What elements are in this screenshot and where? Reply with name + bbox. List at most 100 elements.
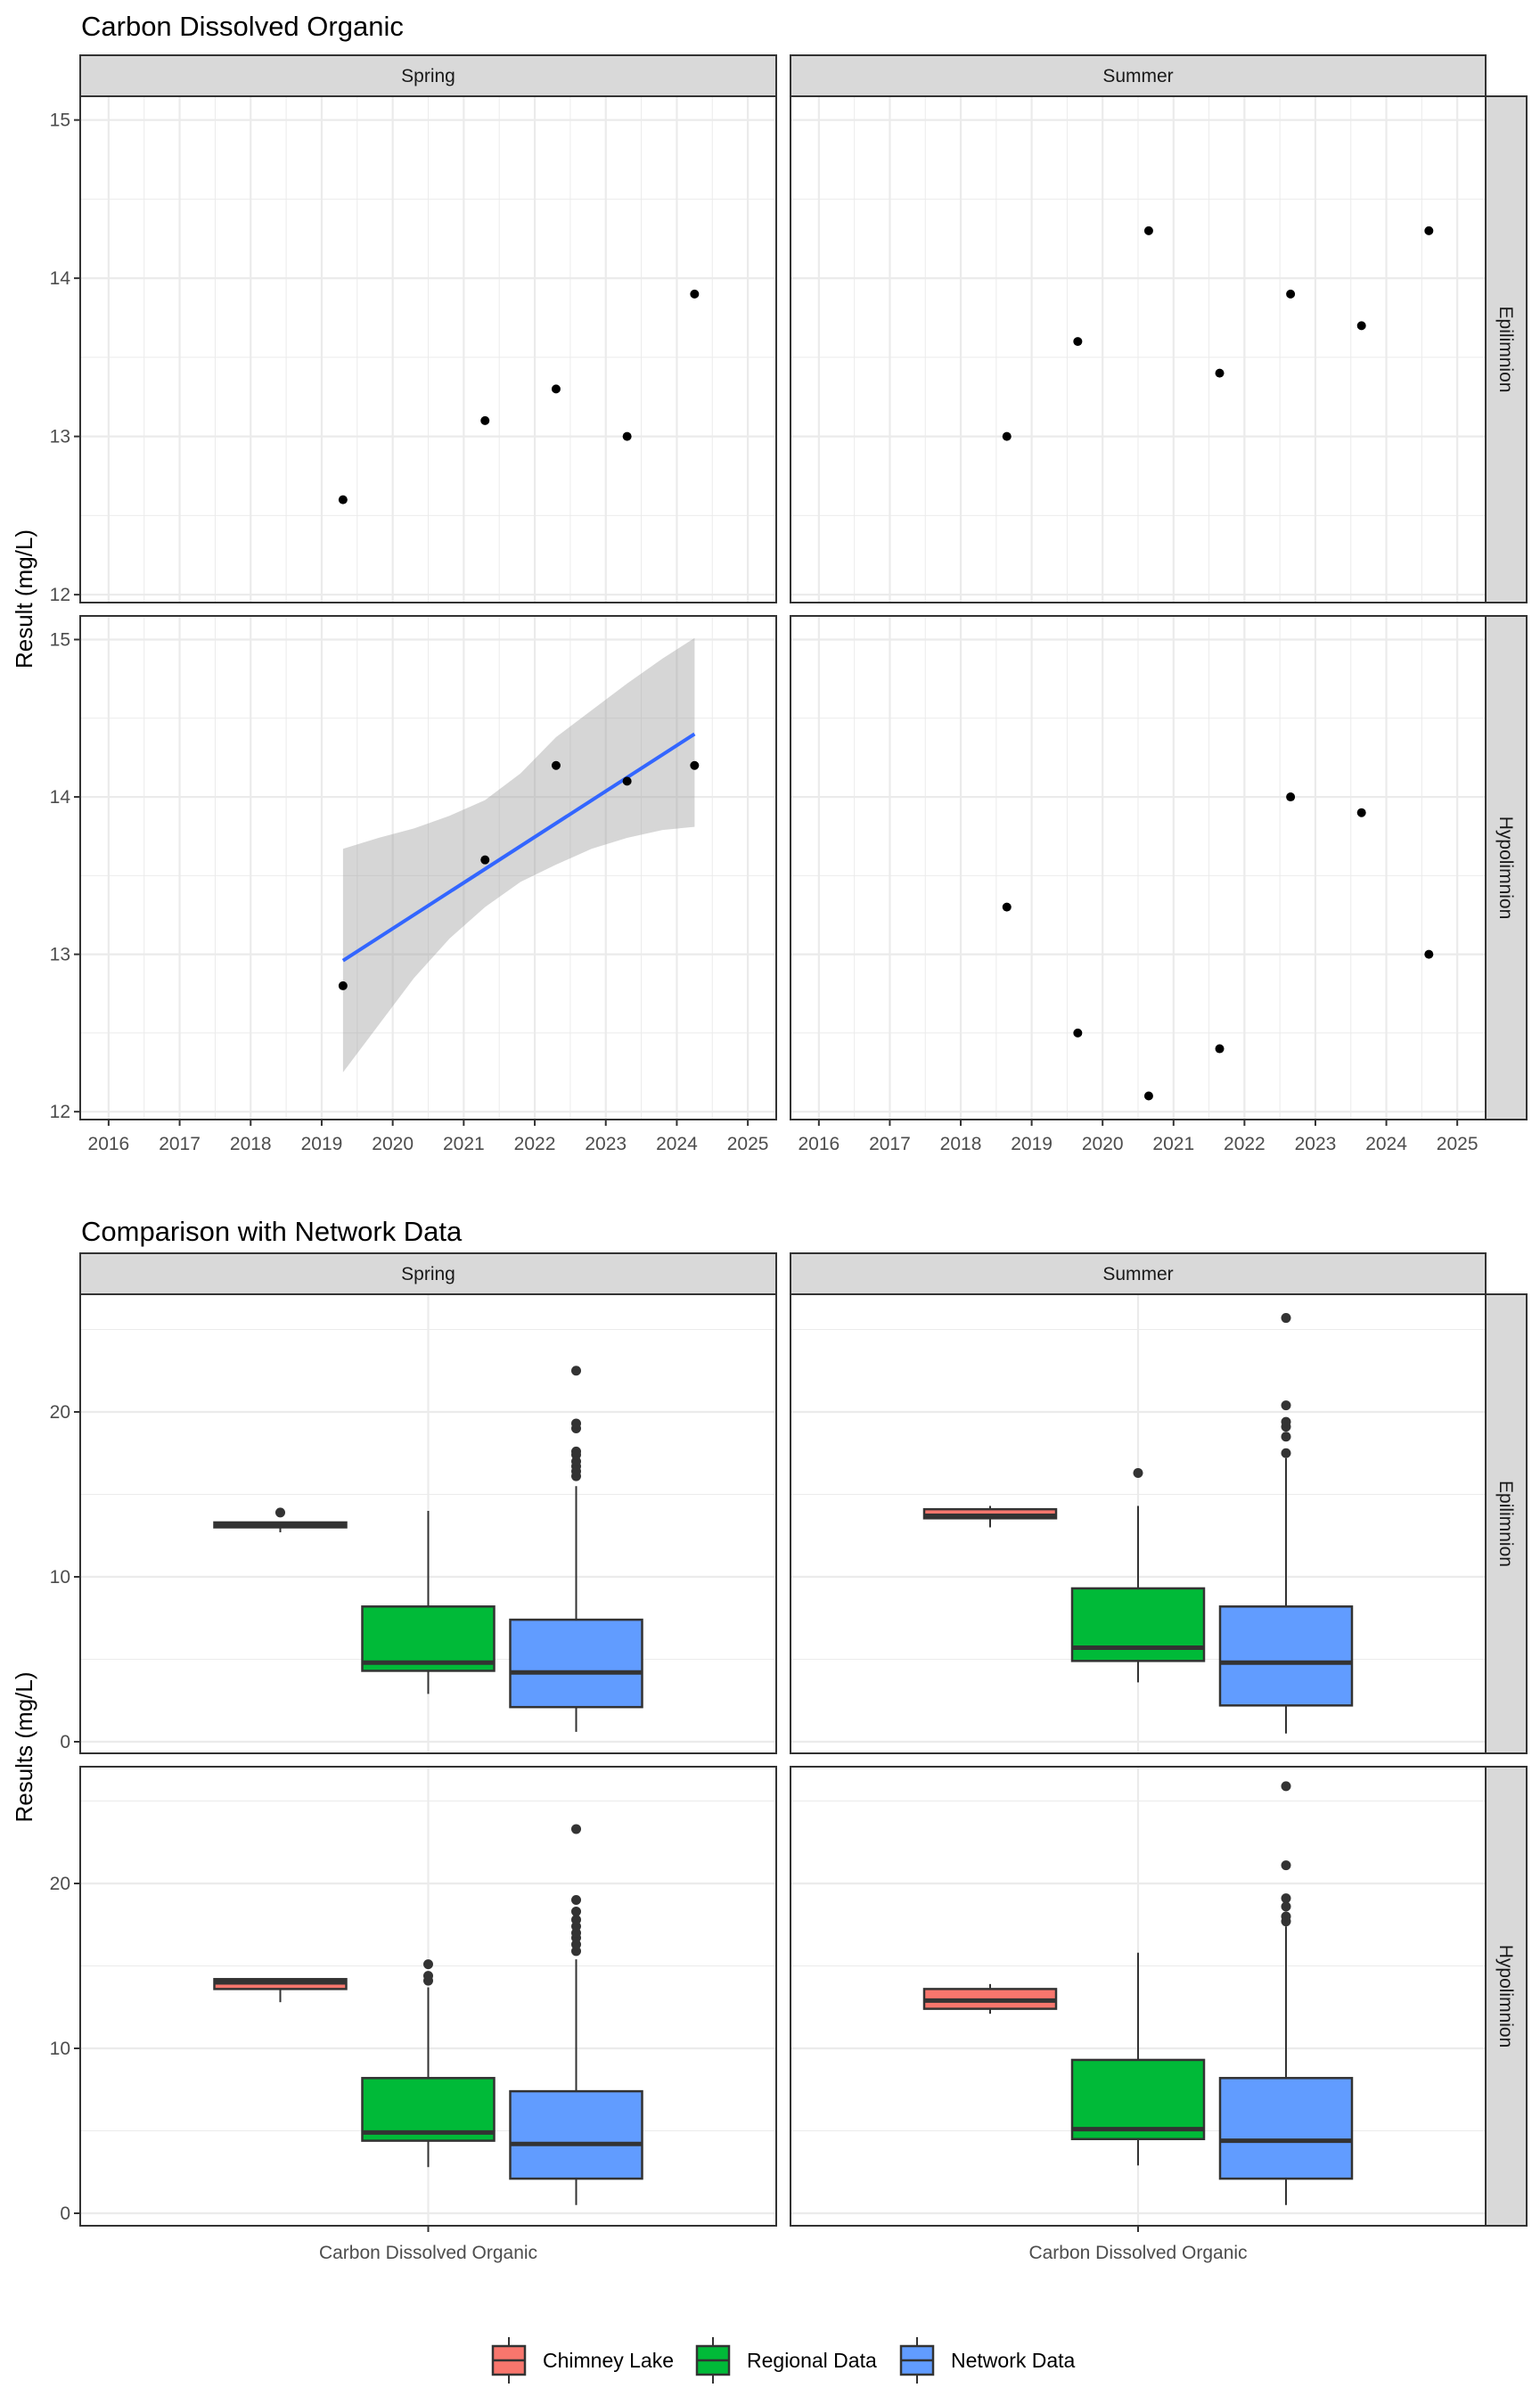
outlier-point [1281, 1448, 1291, 1458]
facet-strip-label: Summer [1102, 66, 1173, 86]
x-tick-label: Carbon Dissolved Organic [1028, 2243, 1247, 2263]
x-tick-label: 2016 [88, 1134, 130, 1154]
x-tick-label: 2020 [372, 1134, 414, 1154]
outlier-point [423, 1971, 433, 1982]
box-iqr [509, 1618, 643, 1709]
y-tick-label: 10 [50, 1567, 70, 1588]
data-point [551, 760, 561, 770]
data-point [480, 855, 490, 865]
panel-summer-epilimnion [790, 95, 1487, 603]
y-tick-label: 13 [50, 945, 70, 965]
facet-strip-label: Summer [1102, 1264, 1173, 1284]
data-point [1356, 321, 1366, 331]
x-tick-label: 2024 [1365, 1134, 1407, 1154]
data-point [338, 495, 348, 505]
outlier-point [571, 1418, 581, 1429]
outlier-point [1281, 1860, 1291, 1871]
data-point [1143, 226, 1153, 235]
y-tick-label: 20 [50, 1402, 70, 1423]
x-tick-label: 2019 [1011, 1134, 1053, 1154]
legend-label: Chimney Lake [543, 2349, 674, 2372]
trend-chart-title: Carbon Dissolved Organic [81, 11, 404, 42]
panel-spring-epilimnion [79, 1293, 777, 1754]
data-point [1424, 949, 1434, 959]
outlier-point [571, 1906, 581, 1916]
outlier-point [275, 1507, 285, 1518]
outlier-point [423, 1959, 433, 1970]
trend-y-axis-title: Result (mg/L) [11, 529, 37, 669]
data-point [338, 981, 348, 990]
outlier-point [1281, 1781, 1291, 1792]
legend-label: Regional Data [747, 2349, 877, 2372]
y-tick-label: 20 [50, 1874, 70, 1894]
x-tick-label: 2024 [656, 1134, 698, 1154]
data-point [1286, 792, 1296, 802]
facet-strip-label: Spring [401, 1264, 455, 1284]
data-point [1073, 337, 1083, 347]
data-point [1215, 368, 1225, 378]
legend-label: Network Data [951, 2349, 1076, 2372]
x-tick-label: 2016 [798, 1134, 840, 1154]
facet-strip-label: Epilimnion [1495, 1481, 1516, 1567]
panel-spring-epilimnion [79, 95, 777, 603]
y-tick-label: 0 [60, 1732, 70, 1752]
x-tick-label: 2017 [869, 1134, 911, 1154]
data-point [480, 415, 490, 425]
data-point [1215, 1044, 1225, 1054]
outlier-point [571, 1824, 581, 1834]
data-point [1002, 902, 1012, 912]
x-tick-label: 2025 [727, 1134, 769, 1154]
facet-strip-label: Hypolimnion [1495, 816, 1516, 920]
trend-chart: Spring Summer Epilimnion Hypolimnion 12 13 14 1… [50, 54, 1528, 1154]
facet-strip-label: Hypolimnion [1495, 1945, 1516, 2048]
legend-item-regional-data: Regional Data [695, 2337, 877, 2384]
y-tick-label: 12 [50, 1102, 70, 1122]
x-tick-label: Carbon Dissolved Organic [319, 2243, 537, 2263]
box-iqr [1070, 1587, 1206, 1662]
panel-spring-hypolimnion [79, 615, 777, 1120]
panel-summer-epilimnion [790, 1293, 1487, 1754]
panel-summer-hypolimnion [790, 1766, 1487, 2227]
facet-strip-label: Epilimnion [1495, 307, 1516, 393]
box-chart: Spring Summer Epilimnion Hypolimnion 0 10 20 0 1… [50, 1252, 1528, 2263]
data-point [1002, 431, 1012, 441]
legend-item-chimney-lake: Chimney Lake [491, 2337, 674, 2384]
legend-item-network-data: Network Data [899, 2337, 1076, 2384]
data-point [1356, 808, 1366, 817]
y-tick-label: 14 [50, 268, 71, 289]
y-tick-label: 14 [50, 787, 71, 808]
y-tick-label: 13 [50, 427, 70, 447]
x-tick-label: 2017 [159, 1134, 201, 1154]
x-tick-label: 2020 [1082, 1134, 1124, 1154]
x-tick-label: 2025 [1437, 1134, 1479, 1154]
data-point [1143, 1091, 1153, 1101]
x-tick-label: 2018 [940, 1134, 982, 1154]
x-tick-label: 2019 [301, 1134, 343, 1154]
outlier-point [1133, 1467, 1143, 1478]
outlier-point [1281, 1893, 1291, 1904]
x-tick-label: 2021 [443, 1134, 485, 1154]
x-tick-label: 2023 [1295, 1134, 1337, 1154]
outlier-point [1281, 1313, 1291, 1324]
data-point [1424, 226, 1434, 235]
facet-strip-label: Spring [401, 66, 455, 86]
legend: Chimney Lake Regional Data Network Data [491, 2337, 1076, 2384]
x-tick-label: 2022 [1224, 1134, 1266, 1154]
outlier-point [1281, 1400, 1291, 1411]
outlier-point [1281, 1416, 1291, 1427]
outlier-point [1281, 1911, 1291, 1922]
data-point [690, 289, 700, 299]
y-tick-label: 10 [50, 2039, 70, 2059]
box-iqr [509, 2089, 643, 2180]
panel-spring-hypolimnion [79, 1766, 777, 2227]
box-iqr [1218, 1605, 1354, 1707]
x-tick-label: 2023 [585, 1134, 627, 1154]
outlier-point [571, 1895, 581, 1905]
panel-summer-hypolimnion [790, 615, 1487, 1120]
data-point [551, 384, 561, 394]
box-iqr [1218, 2077, 1354, 2180]
outlier-point [571, 1446, 581, 1456]
figure: Carbon Dissolved Organic Result (mg/L) C… [11, 11, 1528, 2384]
data-point [690, 760, 700, 770]
box-chimney-lake [922, 1983, 1058, 2014]
